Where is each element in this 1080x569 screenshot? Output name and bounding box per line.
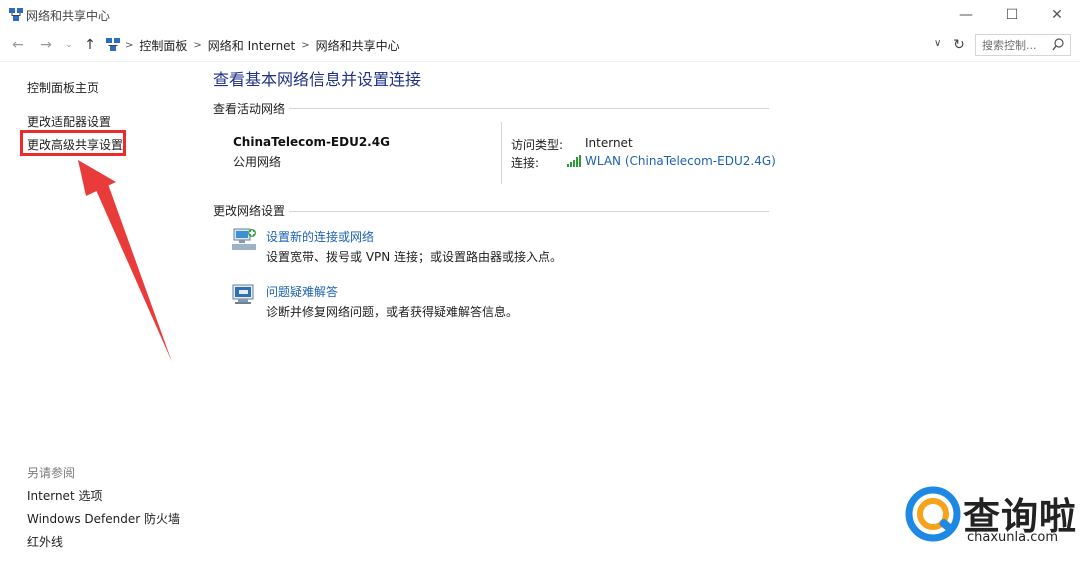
troubleshoot-problems-description: 诊断并修复网络问题，或者获得疑难解答信息。 xyxy=(266,305,519,319)
address-dropdown-button[interactable]: ∨ xyxy=(934,38,941,49)
network-info-divider xyxy=(501,122,502,184)
setup-new-connection-link[interactable]: 设置新的连接或网络 xyxy=(266,228,374,245)
new-connection-icon xyxy=(232,228,256,250)
breadcrumb-network-sharing-center[interactable]: 网络和共享中心 xyxy=(316,37,400,54)
connection-value: WLAN (ChinaTelecom-EDU2.4G) xyxy=(585,154,776,168)
network-type-link[interactable]: 公用网络 xyxy=(233,153,281,170)
active-networks-heading: 查看活动网络 xyxy=(213,100,290,117)
breadcrumb[interactable]: > 控制面板 > 网络和 Internet > 网络和共享中心 xyxy=(102,34,948,56)
watermark-url: chaxunla.com xyxy=(967,530,1058,545)
troubleshoot-problems-link[interactable]: 问题疑难解答 xyxy=(266,283,338,300)
connection-label: 连接: xyxy=(511,156,540,170)
refresh-button[interactable]: ↻ xyxy=(950,35,968,55)
access-type-label: 访问类型: xyxy=(511,138,564,152)
watermark-logo-icon xyxy=(905,486,961,542)
close-button[interactable]: ✕ xyxy=(1034,0,1080,30)
change-network-settings-heading: 更改网络设置 xyxy=(213,202,290,219)
watermark: 查询啦 chaxunla.com xyxy=(905,486,1076,548)
forward-button[interactable]: → xyxy=(36,35,56,55)
recent-locations-button[interactable]: ⌄ xyxy=(62,35,76,55)
breadcrumb-control-panel[interactable]: 控制面板 xyxy=(139,37,187,54)
breadcrumb-network-internet[interactable]: 网络和 Internet xyxy=(208,37,295,54)
troubleshoot-icon xyxy=(232,284,254,304)
access-type-value: Internet xyxy=(585,136,633,150)
wifi-signal-icon xyxy=(567,155,581,167)
window-title: 网络和共享中心 xyxy=(26,9,111,23)
breadcrumb-separator: > xyxy=(301,39,310,51)
connection-link[interactable]: WLAN (ChinaTelecom-EDU2.4G) xyxy=(567,154,776,168)
task-setup-connection: 设置新的连接或网络 设置宽带、拨号或 VPN 连接；或设置路由器或接入点。 xyxy=(231,226,751,266)
maximize-button[interactable]: ☐ xyxy=(989,0,1035,30)
search-input[interactable]: 搜索控制... xyxy=(975,34,1071,56)
sidebar-item-change-adapter-settings[interactable]: 更改适配器设置 xyxy=(27,113,111,130)
setup-new-connection-description: 设置宽带、拨号或 VPN 连接；或设置路由器或接入点。 xyxy=(266,250,563,264)
network-center-icon xyxy=(9,8,23,21)
breadcrumb-separator: > xyxy=(125,39,134,51)
task-troubleshoot: 问题疑难解答 诊断并修复网络问题，或者获得疑难解答信息。 xyxy=(231,281,751,321)
title-bar: 网络和共享中心 — ☐ ✕ xyxy=(0,0,1080,30)
control-panel-icon xyxy=(106,38,120,51)
back-button[interactable]: ← xyxy=(8,35,28,55)
sidebar-item-control-panel-home[interactable]: 控制面板主页 xyxy=(27,79,99,96)
page-title: 查看基本网络信息并设置连接 xyxy=(213,70,422,89)
up-button[interactable]: ↑ xyxy=(80,35,100,55)
breadcrumb-separator: > xyxy=(193,39,202,51)
section-divider xyxy=(289,211,769,212)
section-divider xyxy=(289,108,769,109)
see-also-heading: 另请参阅 xyxy=(27,466,76,480)
network-name: ChinaTelecom-EDU2.4G xyxy=(233,135,390,149)
address-bar: ← → ⌄ ↑ > 控制面板 > 网络和 Internet > 网络和共享中心 … xyxy=(0,30,1080,60)
search-icon xyxy=(1052,38,1064,51)
search-placeholder: 搜索控制... xyxy=(982,39,1037,52)
sidebar-item-internet-options[interactable]: Internet 选项 xyxy=(27,487,102,504)
sidebar-item-infrared[interactable]: 红外线 xyxy=(27,533,63,550)
main-content: 查看基本网络信息并设置连接 查看活动网络 ChinaTelecom-EDU2.4… xyxy=(213,62,776,362)
sidebar: 控制面板主页 更改适配器设置 更改高级共享设置 另请参阅 Internet 选项… xyxy=(0,62,200,569)
minimize-button[interactable]: — xyxy=(943,0,989,30)
highlight-box xyxy=(20,130,126,156)
sidebar-item-windows-defender-firewall[interactable]: Windows Defender 防火墙 xyxy=(27,510,180,527)
